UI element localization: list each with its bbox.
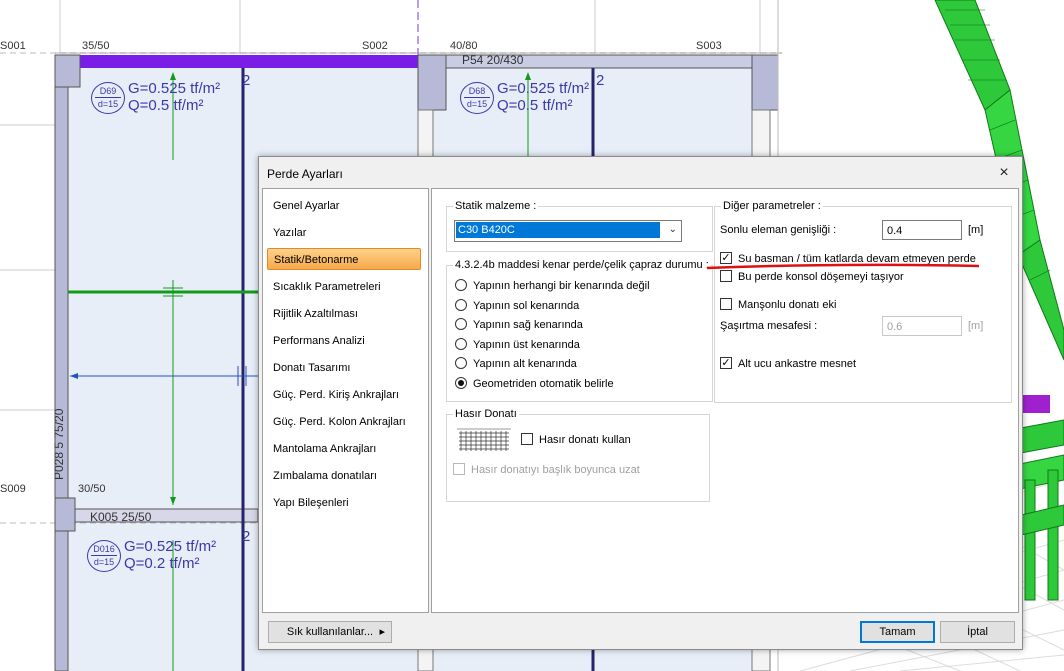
radio-edge-auto[interactable]: Geometriden otomatik belirle [455,376,614,392]
slab-load-g: G=0.525 tf/m² [124,538,217,555]
radio-edge-right[interactable]: Yapının sağ kenarında [455,317,583,333]
mesh-rebar-label: Hasır Donatı [453,408,519,420]
fe-width-unit: [m] [968,224,984,236]
checkbox-box [720,298,732,310]
cancel-button[interactable]: İptal [940,621,1015,643]
static-material-select[interactable]: C30 B420C ⌄ [454,220,682,242]
nav-item-static-concrete[interactable]: Statik/Betonarme [267,248,421,270]
nav-item-general[interactable]: Genel Ayarlar [267,195,421,217]
edge-condition-group: 4.3.2.4b maddesi kenar perde/çelik çapra… [446,259,713,402]
radio-edge-left[interactable]: Yapının sol kenarında [455,298,579,314]
slab-load-q: Q=0.5 tf/m² [128,97,204,114]
fe-width-input[interactable]: 0.4 [882,220,962,240]
close-icon[interactable]: × [994,163,1014,183]
nav-item-beam-anchors[interactable]: Güç. Perd. Kiriş Ankrajları [267,384,421,406]
beam-label: P54 20/430 [462,53,524,67]
offset-input[interactable]: 0.6 [882,316,962,336]
axis-label-s003: S003 [696,40,722,52]
nav-item-components[interactable]: Yapı Bileşenleri [267,492,421,514]
sleeve-splice-label: Manşonlu donatı eki [738,299,837,311]
offset-label: Şaşırtma mesafesi : [720,320,818,332]
sleeve-splice-checkbox[interactable]: Manşonlu donatı eki [720,297,836,313]
other-parameters-label: Diğer parametreler : [721,200,823,212]
slab-load-q: Q=0.5 tf/m² [497,97,573,114]
nav-item-performance[interactable]: Performans Analizi [267,330,421,352]
extend-mesh-checkbox[interactable]: Hasır donatıyı başlık boyunca uzat [453,462,640,478]
section-label: 35/50 [82,40,110,52]
slab-id-marker: D016 d=15 [87,540,121,572]
ok-button[interactable]: Tamam [860,621,935,643]
dialog-title: Perde Ayarları [267,167,343,181]
static-material-value: C30 B420C [456,222,660,238]
check-icon: ✓ [720,357,732,369]
radio-edge-bottom[interactable]: Yapının alt kenarında [455,356,577,372]
axis-label-s009: S009 [0,483,26,495]
slab-id-marker: D69 d=15 [91,82,125,114]
slab-load-q: Q=0.2 tf/m² [124,555,200,572]
nav-item-jacketing-anchors[interactable]: Mantolama Ankrajları [267,438,421,460]
red-annotation-underline [706,263,980,270]
axis-label-s001: S001 [0,40,26,52]
slab-load-g: G=0.525 tf/m² [128,80,221,97]
fixed-support-label: Alt ucu ankastre mesnet [738,358,857,370]
use-mesh-checkbox[interactable]: Hasır donatı kullan [521,432,631,448]
settings-nav: Genel Ayarlar Yazılar Statik/Betonarme S… [262,188,429,613]
nav-item-punching[interactable]: Zımbalama donatıları [267,465,421,487]
nav-item-temperature[interactable]: Sıcaklık Parametreleri [267,276,421,298]
edge-condition-label: 4.3.2.4b maddesi kenar perde/çelik çapra… [453,259,711,271]
axis-label-s002: S002 [362,40,388,52]
chevron-right-icon: ▸ [379,626,385,638]
nav-item-texts[interactable]: Yazılar [267,222,421,244]
fixed-support-checkbox[interactable]: ✓ Alt ucu ankastre mesnet [720,356,856,372]
static-material-group: Statik malzeme : C30 B420C ⌄ [446,200,713,252]
slab-id-marker: D68 d=15 [460,82,494,114]
use-mesh-label: Hasır donatı kullan [539,434,631,446]
section-label: 40/80 [450,40,478,52]
fe-width-label: Sonlu eleman genişliği : [720,224,837,236]
section-label: 30/50 [78,483,106,495]
slab-load-g: G=0.525 tf/m² [497,80,590,97]
settings-content: Statik malzeme : C30 B420C ⌄ 4.3.2.4b ma… [431,188,1019,613]
extend-mesh-label: Hasır donatıyı başlık boyunca uzat [471,464,640,476]
radio-edge-none[interactable]: Yapının herhangi bir kenarında değil [455,278,650,294]
checkbox-box [521,433,533,445]
static-material-label: Statik malzeme : [453,200,539,212]
checkbox-box [453,463,465,475]
favorites-label: Sık kullanılanlar... [286,626,374,638]
beam-label: K005 25/50 [90,510,152,524]
chevron-down-icon: ⌄ [668,224,677,235]
column-label: P028 5 75/20 [52,408,66,480]
other-parameters-group: Diğer parametreler : Sonlu eleman genişl… [714,200,1012,403]
radio-edge-top[interactable]: Yapının üst kenarında [455,337,580,353]
mesh-rebar-group: Hasır Donatı Hasır donatı kullan Hasır d… [446,408,710,502]
nav-item-rebar-design[interactable]: Donatı Tasarımı [267,357,421,379]
favorites-button[interactable]: Sık kullanılanlar... ▸ [268,621,392,643]
slab-mark: 2 [242,528,251,545]
wall-settings-dialog: Perde Ayarları × Genel Ayarlar Yazılar S… [258,156,1023,650]
nav-item-stiffness[interactable]: Rijitlik Azaltılması [267,303,421,325]
slab-mark: 2 [596,72,605,89]
mesh-grid-icon [457,428,511,451]
nav-item-column-anchors[interactable]: Güç. Perd. Kolon Ankrajları [267,411,421,433]
slab-mark: 2 [242,72,251,89]
offset-unit: [m] [968,320,984,332]
